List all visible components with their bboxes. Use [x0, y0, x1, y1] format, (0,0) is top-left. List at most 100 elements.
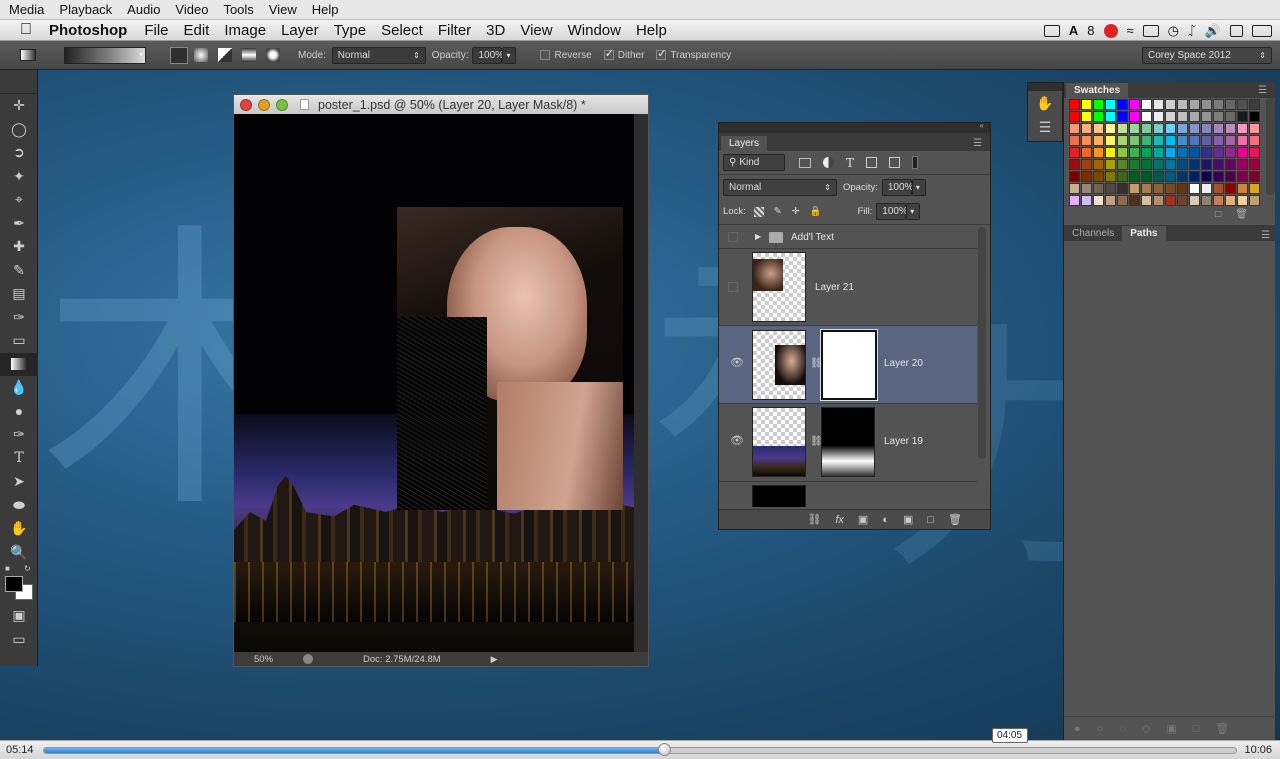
color-swatch[interactable]	[1201, 123, 1212, 134]
gradient-tool-icon[interactable]	[20, 49, 36, 61]
color-swatch[interactable]	[1081, 99, 1092, 110]
filter-kind-select[interactable]: ⚲ Kind	[723, 154, 785, 171]
layer-thumbnail[interactable]	[752, 252, 806, 322]
hand-tool-icon[interactable]: ✋	[0, 517, 38, 541]
radial-gradient-button[interactable]	[194, 48, 208, 62]
filter-pixel-icon[interactable]	[799, 157, 811, 168]
color-swatch[interactable]	[1177, 147, 1188, 158]
shape-tool-icon[interactable]: ⬬	[0, 494, 38, 518]
opacity-input[interactable]: 100%	[472, 46, 504, 64]
document-canvas[interactable]	[234, 114, 634, 654]
reflected-gradient-button[interactable]	[242, 48, 256, 62]
swap-colors-icon[interactable]: ↻	[24, 564, 31, 573]
color-swatch[interactable]	[1081, 171, 1092, 182]
color-swatch[interactable]	[1201, 159, 1212, 170]
eye-icon[interactable]: 👁	[730, 356, 744, 369]
crop-tool-icon[interactable]: ⌖	[0, 188, 38, 212]
color-swatch[interactable]	[1189, 195, 1200, 206]
foreground-color-swatch[interactable]	[5, 576, 23, 592]
color-swatch[interactable]	[1165, 123, 1176, 134]
color-swatch[interactable]	[1237, 147, 1248, 158]
menu-help[interactable]: Help	[636, 22, 667, 39]
move-tool-icon[interactable]: ✛	[0, 94, 38, 118]
color-swatch[interactable]	[1081, 183, 1092, 194]
color-swatch[interactable]	[1201, 135, 1212, 146]
color-swatch[interactable]	[1117, 195, 1128, 206]
panel-grip[interactable]: «	[719, 121, 990, 133]
add-mask-icon[interactable]: ▣	[858, 513, 868, 526]
lock-transparent-icon[interactable]	[753, 206, 764, 217]
layer-mask-thumbnail[interactable]	[820, 329, 878, 401]
color-swatch[interactable]	[1129, 159, 1140, 170]
color-swatch[interactable]	[1165, 159, 1176, 170]
default-colors-icon[interactable]: ■	[5, 564, 10, 573]
color-swatch[interactable]	[1189, 159, 1200, 170]
color-swatch[interactable]	[1201, 99, 1212, 110]
creative-cloud-icon[interactable]	[1103, 23, 1118, 38]
color-swatch[interactable]	[1237, 123, 1248, 134]
color-swatch[interactable]	[1237, 183, 1248, 194]
color-swatch[interactable]	[1129, 111, 1140, 122]
layer-opacity-dropdown[interactable]: ▾	[911, 178, 926, 196]
angle-gradient-button[interactable]	[218, 48, 232, 62]
fill-dropdown[interactable]: ▾	[906, 203, 921, 220]
reverse-checkbox[interactable]	[540, 50, 551, 60]
seek-bar[interactable]: 04:05	[43, 728, 1237, 756]
menu-playback[interactable]: Playback	[59, 2, 112, 17]
layers-scrollbar[interactable]	[978, 227, 986, 459]
make-work-path-icon[interactable]: ◇	[1142, 722, 1150, 735]
layer-thumbnail[interactable]	[752, 407, 806, 477]
right-scrollbar[interactable]	[1266, 98, 1275, 195]
color-swatch[interactable]	[1093, 147, 1104, 158]
layer-thumbnail[interactable]	[752, 485, 806, 507]
color-swatch[interactable]	[1129, 135, 1140, 146]
color-swatch[interactable]	[1105, 147, 1116, 158]
dither-checkbox[interactable]	[603, 47, 614, 60]
vertical-scrollbar[interactable]	[634, 114, 648, 654]
load-selection-icon[interactable]: ◌	[1119, 723, 1126, 735]
color-swatch[interactable]	[1141, 159, 1152, 170]
layer-name[interactable]: Add'l Text	[791, 232, 834, 243]
expand-arrow-icon[interactable]: ▶	[755, 232, 761, 241]
color-swatch[interactable]	[1165, 135, 1176, 146]
color-swatch[interactable]	[1069, 111, 1080, 122]
layer-opacity-input[interactable]: 100%	[881, 178, 913, 196]
status-menu-icon[interactable]	[303, 654, 314, 664]
color-swatch[interactable]	[1213, 123, 1224, 134]
opacity-dropdown[interactable]: ▾	[502, 46, 517, 64]
color-swatch[interactable]	[1213, 111, 1224, 122]
link-layers-icon[interactable]: ⛓	[807, 513, 821, 526]
color-swatch[interactable]	[1129, 147, 1140, 158]
menu-3d[interactable]: 3D	[486, 22, 505, 39]
marquee-tool-icon[interactable]: ◯	[0, 118, 38, 142]
layer-mask-thumbnail[interactable]	[821, 407, 875, 477]
lock-position-icon[interactable]: ✛	[792, 206, 800, 217]
color-swatch[interactable]	[1117, 123, 1128, 134]
color-swatch[interactable]	[1153, 183, 1164, 194]
color-swatch[interactable]	[1201, 195, 1212, 206]
screen-mode-icon[interactable]: ▭	[0, 628, 38, 652]
color-swatch[interactable]	[1069, 183, 1080, 194]
healing-brush-icon[interactable]: ✚	[0, 235, 38, 259]
layer-row-selected[interactable]: 👁 ⛓ Layer 20	[719, 326, 977, 404]
color-swatch[interactable]	[1237, 171, 1248, 182]
layer-row[interactable]: Layer 21	[719, 249, 977, 326]
color-swatch[interactable]	[1165, 171, 1176, 182]
adjustment-layer-icon[interactable]: ◐	[882, 514, 889, 526]
color-swatch[interactable]	[1129, 99, 1140, 110]
type-tool-icon[interactable]: T	[0, 447, 38, 471]
color-swatch[interactable]	[1225, 123, 1236, 134]
menu-file[interactable]: File	[144, 22, 168, 39]
gradient-tool-icon[interactable]	[0, 352, 38, 376]
pen-tool-icon[interactable]: ✑	[0, 423, 38, 447]
magic-wand-icon[interactable]: ✦	[0, 165, 38, 189]
color-swatch[interactable]	[1201, 183, 1212, 194]
color-swatch[interactable]	[1237, 99, 1248, 110]
layer-row[interactable]: 👁 ⛓ Layer 19	[719, 404, 977, 482]
color-swatch[interactable]	[1093, 183, 1104, 194]
color-swatch[interactable]	[1153, 135, 1164, 146]
color-swatch[interactable]	[1069, 195, 1080, 206]
color-swatch[interactable]	[1225, 99, 1236, 110]
menu-window[interactable]: Window	[568, 22, 621, 39]
filter-adjustment-icon[interactable]	[823, 157, 834, 168]
